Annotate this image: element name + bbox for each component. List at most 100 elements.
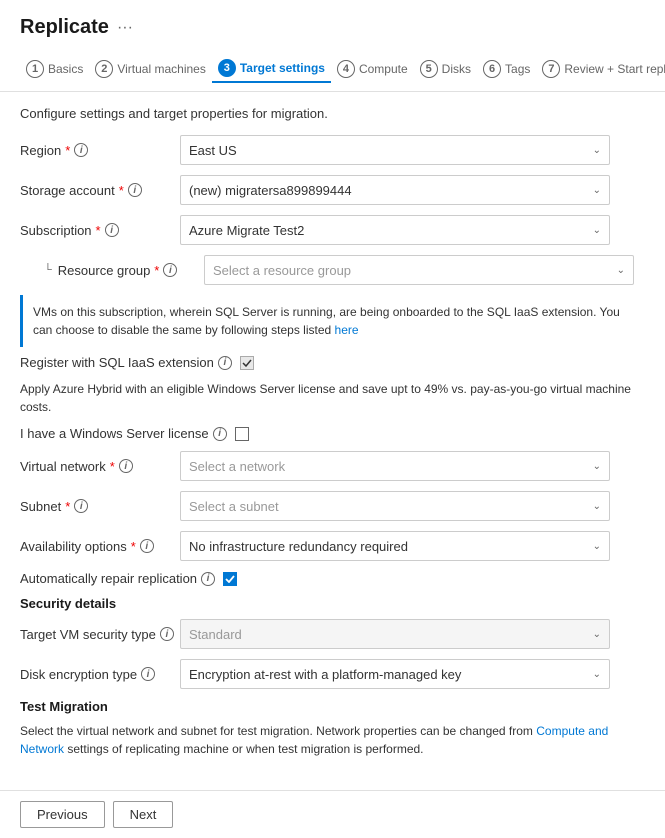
chevron-down-icon: ⌄ — [593, 501, 601, 512]
step-num-6: 6 — [483, 60, 501, 78]
next-button[interactable]: Next — [113, 801, 174, 828]
section-description: Configure settings and target properties… — [20, 106, 645, 121]
auto-repair-row: Automatically repair replication i — [20, 571, 645, 586]
chevron-down-icon: ⌄ — [593, 145, 601, 156]
step-label-2: Virtual machines — [117, 62, 206, 76]
storage-account-label: Storage account * i — [20, 183, 180, 198]
page-title: Replicate — [20, 16, 109, 39]
availability-control: No infrastructure redundancy required ⌄ — [180, 531, 610, 561]
test-migration-title: Test Migration — [20, 699, 645, 714]
step-num-5: 5 — [420, 60, 438, 78]
availability-required: * — [131, 539, 136, 554]
resource-group-label: └ Resource group * i — [44, 263, 204, 278]
region-dropdown[interactable]: East US ⌄ — [180, 135, 610, 165]
vnet-placeholder: Select a network — [189, 459, 285, 474]
windows-license-row: I have a Windows Server license i — [20, 426, 645, 441]
chevron-down-icon: ⌄ — [593, 629, 601, 640]
main-content: Configure settings and target properties… — [0, 92, 665, 782]
availability-dropdown[interactable]: No infrastructure redundancy required ⌄ — [180, 531, 610, 561]
storage-account-dropdown[interactable]: (new) migratersa899899444 ⌄ — [180, 175, 610, 205]
subnet-label: Subnet * i — [20, 499, 180, 514]
vnet-info-icon[interactable]: i — [119, 459, 133, 473]
step-num-2: 2 — [95, 60, 113, 78]
resource-group-dropdown[interactable]: Select a resource group ⌄ — [204, 255, 634, 285]
register-sql-row: Register with SQL IaaS extension i — [20, 355, 645, 370]
step-review[interactable]: 7 Review + Start replication — [536, 56, 665, 82]
disk-encryption-value: Encryption at-rest with a platform-manag… — [189, 667, 461, 682]
step-basics[interactable]: 1 Basics — [20, 56, 89, 82]
step-virtual-machines[interactable]: 2 Virtual machines — [89, 56, 212, 82]
virtual-network-control: Select a network ⌄ — [180, 451, 610, 481]
virtual-network-label: Virtual network * i — [20, 459, 180, 474]
subscription-info-icon[interactable]: i — [105, 223, 119, 237]
ellipsis-icon[interactable]: ··· — [117, 19, 133, 37]
target-vm-security-placeholder: Standard — [189, 627, 242, 642]
sql-info-link[interactable]: here — [335, 323, 359, 337]
footer: Previous Next — [0, 790, 665, 838]
previous-button[interactable]: Previous — [20, 801, 105, 828]
windows-license-info-icon[interactable]: i — [213, 427, 227, 441]
storage-account-row: Storage account * i (new) migratersa8998… — [20, 175, 645, 205]
subscription-row: Subscription * i Azure Migrate Test2 ⌄ — [20, 215, 645, 245]
step-num-7: 7 — [542, 60, 560, 78]
step-label-3: Target settings — [240, 61, 325, 75]
subscription-dropdown[interactable]: Azure Migrate Test2 ⌄ — [180, 215, 610, 245]
hybrid-text: Apply Azure Hybrid with an eligible Wind… — [20, 380, 645, 416]
step-label-6: Tags — [505, 62, 530, 76]
chevron-down-icon: ⌄ — [593, 669, 601, 680]
rg-info-icon[interactable]: i — [163, 263, 177, 277]
step-label-7: Review + Start replication — [564, 62, 665, 76]
vnet-required: * — [110, 459, 115, 474]
step-label-5: Disks — [442, 62, 471, 76]
region-required: * — [65, 143, 70, 158]
auto-repair-info-icon[interactable]: i — [201, 572, 215, 586]
chevron-down-icon: ⌄ — [593, 225, 601, 236]
windows-license-checkbox[interactable] — [235, 427, 249, 441]
subnet-dropdown[interactable]: Select a subnet ⌄ — [180, 491, 610, 521]
test-migration-text: Select the virtual network and subnet fo… — [20, 722, 645, 758]
region-control: East US ⌄ — [180, 135, 610, 165]
target-vm-security-control: Standard ⌄ — [180, 619, 610, 649]
subscription-control: Azure Migrate Test2 ⌄ — [180, 215, 610, 245]
storage-account-control: (new) migratersa899899444 ⌄ — [180, 175, 610, 205]
disk-encryption-dropdown[interactable]: Encryption at-rest with a platform-manag… — [180, 659, 610, 689]
sql-info-box: VMs on this subscription, wherein SQL Se… — [20, 295, 645, 347]
target-vm-security-dropdown[interactable]: Standard ⌄ — [180, 619, 610, 649]
step-tags[interactable]: 6 Tags — [477, 56, 536, 82]
region-value: East US — [189, 143, 237, 158]
storage-required: * — [119, 183, 124, 198]
checkmark-partial-icon — [242, 359, 252, 367]
subnet-control: Select a subnet ⌄ — [180, 491, 610, 521]
windows-license-label: I have a Windows Server license i — [20, 426, 227, 441]
availability-row: Availability options * i No infrastructu… — [20, 531, 645, 561]
step-label-1: Basics — [48, 62, 83, 76]
auto-repair-checkbox[interactable] — [223, 572, 237, 586]
region-label: Region * i — [20, 143, 180, 158]
register-sql-checkbox[interactable] — [240, 356, 254, 370]
step-disks[interactable]: 5 Disks — [414, 56, 477, 82]
step-compute[interactable]: 4 Compute — [331, 56, 414, 82]
chevron-down-icon: ⌄ — [617, 265, 625, 276]
chevron-down-icon: ⌄ — [593, 461, 601, 472]
subscription-value: Azure Migrate Test2 — [189, 223, 304, 238]
auto-repair-label: Automatically repair replication i — [20, 571, 215, 586]
target-vm-security-info-icon[interactable]: i — [160, 627, 174, 641]
availability-info-icon[interactable]: i — [140, 539, 154, 553]
step-num-4: 4 — [337, 60, 355, 78]
storage-info-icon[interactable]: i — [128, 183, 142, 197]
step-target-settings[interactable]: 3 Target settings — [212, 55, 331, 83]
virtual-network-row: Virtual network * i Select a network ⌄ — [20, 451, 645, 481]
availability-label: Availability options * i — [20, 539, 180, 554]
disk-encryption-info-icon[interactable]: i — [141, 667, 155, 681]
region-info-icon[interactable]: i — [74, 143, 88, 157]
chevron-down-icon: ⌄ — [593, 185, 601, 196]
virtual-network-dropdown[interactable]: Select a network ⌄ — [180, 451, 610, 481]
storage-value: (new) migratersa899899444 — [189, 183, 352, 198]
disk-encryption-label: Disk encryption type i — [20, 667, 180, 682]
register-sql-info-icon[interactable]: i — [218, 356, 232, 370]
subnet-info-icon[interactable]: i — [74, 499, 88, 513]
chevron-down-icon: ⌄ — [593, 541, 601, 552]
region-row: Region * i East US ⌄ — [20, 135, 645, 165]
step-num-3: 3 — [218, 59, 236, 77]
resource-group-row: └ Resource group * i Select a resource g… — [44, 255, 645, 285]
